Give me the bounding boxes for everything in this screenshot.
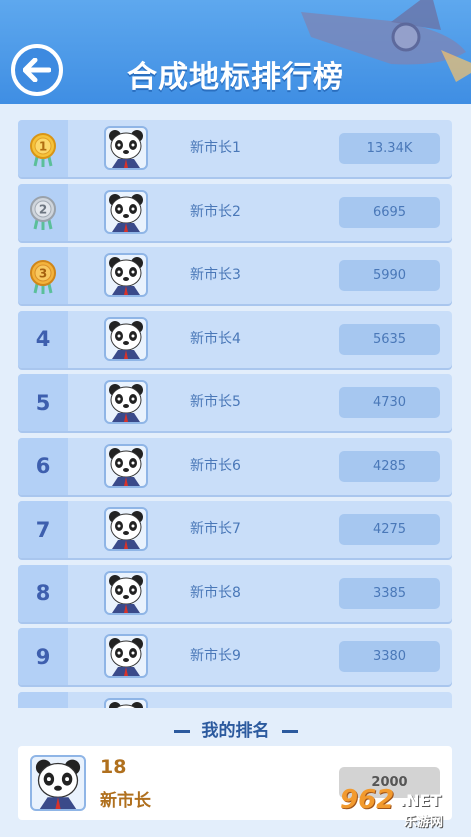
avatar [104, 634, 148, 678]
player-score: 4730 [339, 387, 440, 418]
leaderboard-row: 1 新市长1 13.34K [18, 120, 452, 177]
player-score: 5635 [339, 323, 440, 355]
leaderboard-list[interactable]: 1 新市长1 13.34K 2 新市长2 6695 3 新市长3 5990 4 … [18, 120, 452, 708]
watermark-sub: 乐游网 [404, 815, 444, 830]
rank-cell: 4 [18, 310, 68, 368]
player-name: 新市长7 [190, 521, 241, 537]
rank-cell: 2 [18, 183, 68, 241]
avatar [104, 507, 148, 551]
leaderboard-row: 9 新市长9 3380 [18, 628, 452, 685]
leaderboard-row: 8 新市长8 3385 [18, 564, 452, 622]
player-name: 新市长1 [190, 140, 241, 156]
player-name: 新市长8 [190, 584, 241, 601]
player-score: 6695 [339, 196, 440, 228]
avatar [104, 253, 148, 297]
panda-icon [109, 701, 143, 708]
rank-cell: 3 [18, 247, 68, 304]
my-name: 新市长 [100, 791, 151, 811]
watermark-net: .NET [400, 791, 442, 810]
avatar [104, 570, 148, 615]
rank-cell: 6 [18, 437, 68, 495]
player-name: 新市长3 [190, 267, 241, 283]
panda-icon [109, 193, 143, 232]
avatar [104, 697, 148, 708]
leaderboard-row: 6 新市长6 4285 [18, 437, 452, 495]
header: 合成地标排行榜 [0, 0, 471, 104]
bronze-medal-icon: 3 [30, 259, 56, 294]
player-name: 新市长2 [190, 203, 241, 220]
player-score: 4275 [339, 514, 440, 545]
rank-number: 4 [35, 327, 51, 351]
rank-cell: 8 [18, 564, 68, 622]
heading-dash-right [281, 729, 298, 733]
panda-icon [109, 257, 143, 295]
svg-text:2: 2 [39, 203, 47, 217]
svg-text:3: 3 [39, 266, 47, 280]
rank-cell: 7 [18, 501, 68, 558]
my-avatar [30, 755, 86, 811]
panda-icon [109, 511, 143, 549]
avatar [104, 380, 148, 424]
player-score: 3385 [339, 577, 440, 609]
watermark-main: 962 [340, 785, 395, 815]
player-name: 新市长5 [190, 394, 241, 410]
avatar [104, 443, 148, 488]
rank-number: 8 [35, 581, 51, 605]
leaderboard-row: 3 新市长3 5990 [18, 247, 452, 304]
panda-icon [109, 574, 143, 613]
leaderboard-row: 5 新市长5 4730 [18, 374, 452, 431]
player-score: 13.34K [339, 133, 440, 164]
silver-medal-icon: 2 [30, 196, 56, 230]
avatar [104, 316, 148, 361]
page-title: 合成地标排行榜 [127, 60, 344, 95]
rank-number: 7 [35, 517, 51, 542]
my-rank-title: 我的排名 [201, 721, 270, 741]
panda-icon [109, 384, 143, 422]
panda-icon [109, 638, 143, 676]
player-name: 新市长9 [190, 648, 241, 664]
leaderboard-row: 4 新市长4 5635 [18, 310, 452, 368]
rank-cell: 1 [18, 120, 68, 177]
avatar [104, 126, 148, 170]
rank-number: 6 [35, 454, 51, 478]
panda-icon [35, 759, 81, 809]
my-rank-number: 18 [100, 756, 127, 778]
player-name: 新市长4 [190, 330, 241, 347]
rank-number: 9 [35, 644, 51, 669]
avatar [104, 189, 148, 234]
player-score: 3380 [339, 641, 440, 672]
rank-cell [18, 691, 68, 708]
svg-text:1: 1 [39, 139, 47, 153]
site-watermark: 962 .NET 乐游网 [326, 785, 466, 835]
rank-cell: 5 [18, 374, 68, 431]
heading-dash-left [173, 729, 190, 733]
panda-icon [109, 320, 143, 359]
my-rank-heading: 我的排名 [0, 716, 471, 741]
player-name: 新市长6 [190, 457, 241, 474]
gold-medal-icon: 1 [30, 132, 56, 167]
rank-number: 5 [35, 390, 51, 415]
leaderboard-row: 2 新市长2 6695 [18, 183, 452, 241]
player-score: 5990 [339, 260, 440, 291]
panda-icon [109, 130, 143, 168]
leaderboard-row: 7 新市长7 4275 [18, 501, 452, 558]
rank-cell: 9 [18, 628, 68, 685]
player-score: 4285 [339, 450, 440, 482]
panda-icon [109, 447, 143, 486]
leaderboard-row [18, 691, 452, 708]
